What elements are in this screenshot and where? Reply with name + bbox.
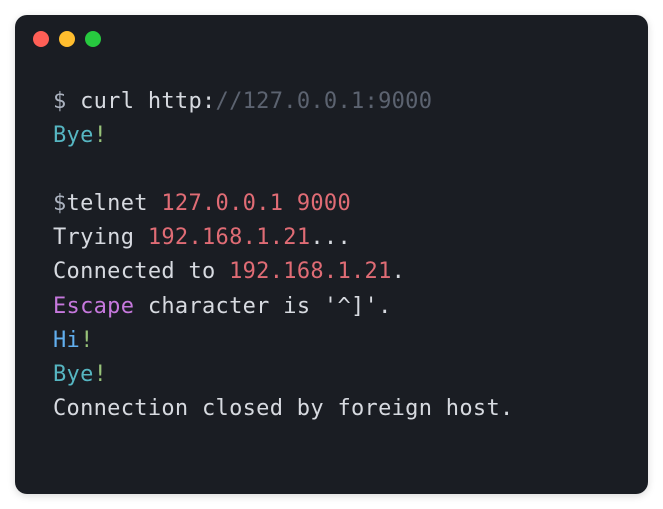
output-line-3: $telnet 127.0.0.1 9000 bbox=[53, 187, 618, 221]
terminal-output: $ curl http://127.0.0.1:9000 Bye! $telne… bbox=[15, 55, 648, 446]
ip-text: 127.0.0.1 bbox=[161, 191, 283, 216]
output-line-9: Connection closed by foreign host. bbox=[53, 392, 618, 426]
minimize-icon[interactable] bbox=[59, 31, 75, 47]
close-icon[interactable] bbox=[33, 31, 49, 47]
output-text: Connected to bbox=[53, 259, 229, 284]
output-text: Trying bbox=[53, 225, 148, 250]
bang-icon: ! bbox=[80, 328, 94, 353]
dots: ... bbox=[310, 225, 351, 250]
blank-line bbox=[53, 153, 618, 187]
bang-icon: ! bbox=[94, 362, 108, 387]
space bbox=[283, 191, 297, 216]
output-line-7: Hi! bbox=[53, 324, 618, 358]
zoom-icon[interactable] bbox=[85, 31, 101, 47]
ip-text: 192.168.1.21 bbox=[229, 259, 392, 284]
output-line-8: Bye! bbox=[53, 358, 618, 392]
command-text: telnet bbox=[67, 191, 162, 216]
output-line-6: Escape character is '^]'. bbox=[53, 290, 618, 324]
terminal-window: $ curl http://127.0.0.1:9000 Bye! $telne… bbox=[15, 15, 648, 494]
output-text: Hi bbox=[53, 328, 80, 353]
prompt: $ bbox=[53, 191, 67, 216]
output-line-1: $ curl http://127.0.0.1:9000 bbox=[53, 85, 618, 119]
window-titlebar bbox=[15, 15, 648, 55]
output-line-4: Trying 192.168.1.21... bbox=[53, 221, 618, 255]
output-text: Bye bbox=[53, 123, 94, 148]
dot: . bbox=[392, 259, 406, 284]
output-line-2: Bye! bbox=[53, 119, 618, 153]
ip-text: 192.168.1.21 bbox=[148, 225, 311, 250]
output-line-5: Connected to 192.168.1.21. bbox=[53, 255, 618, 289]
output-text: character is '^]'. bbox=[134, 294, 391, 319]
port-text: 9000 bbox=[297, 191, 351, 216]
output-text: Bye bbox=[53, 362, 94, 387]
url-text: //127.0.0.1:9000 bbox=[216, 89, 433, 114]
keyword-text: Escape bbox=[53, 294, 134, 319]
bang-icon: ! bbox=[94, 123, 108, 148]
command-text: curl http: bbox=[80, 89, 215, 114]
output-text: Connection closed by foreign host. bbox=[53, 396, 514, 421]
prompt: $ bbox=[53, 89, 80, 114]
